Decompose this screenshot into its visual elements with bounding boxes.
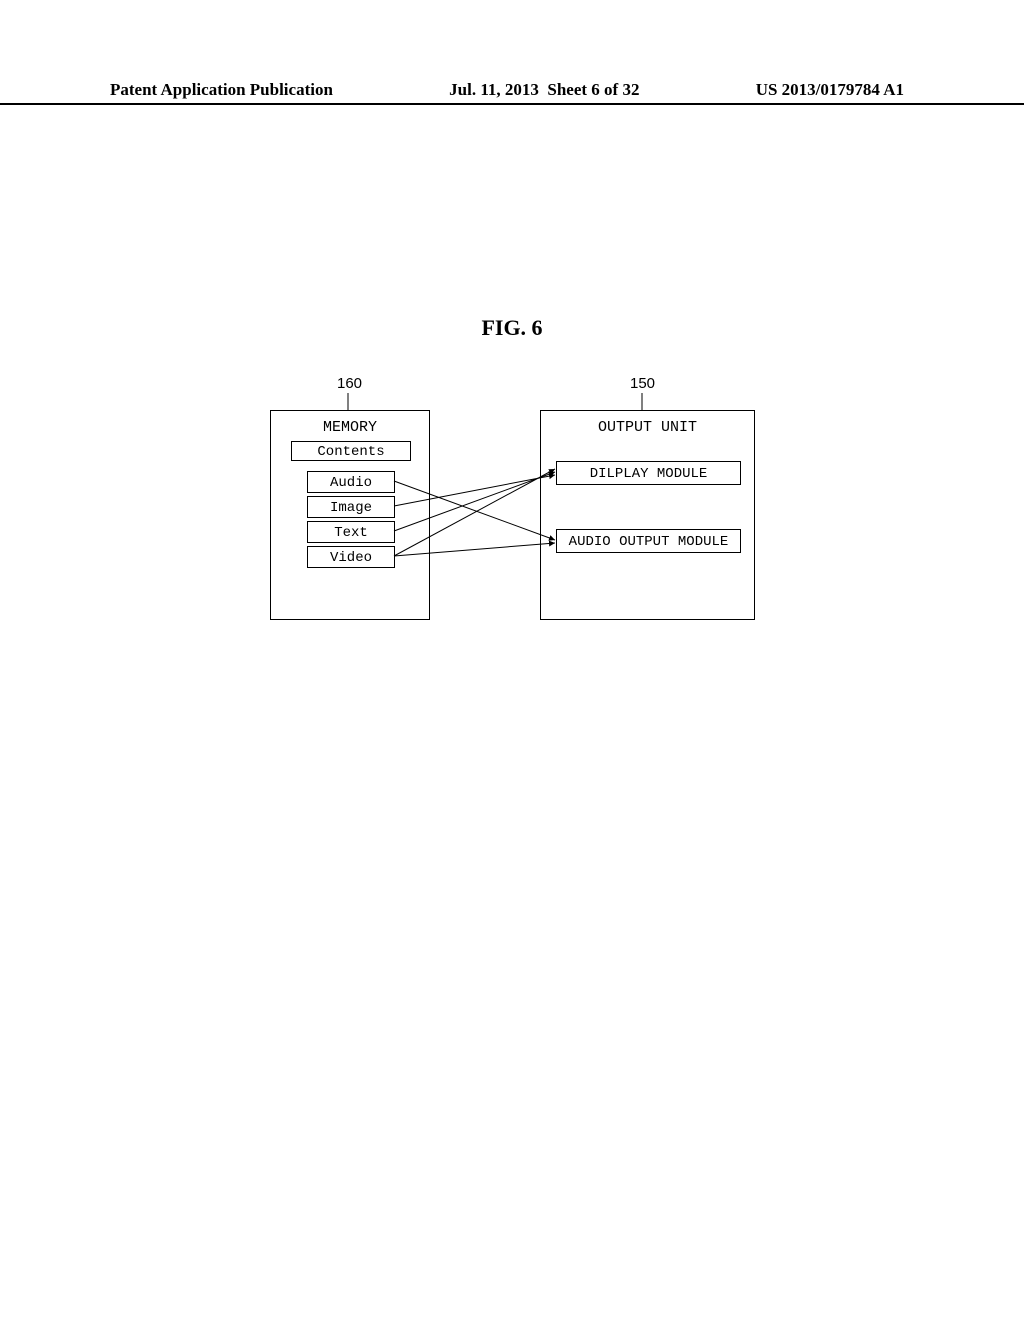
publication-number: US 2013/0179784 A1 bbox=[756, 80, 904, 100]
contents-label: Contents bbox=[291, 441, 411, 461]
content-item-video: Video bbox=[307, 546, 395, 568]
publication-type: Patent Application Publication bbox=[110, 80, 333, 100]
diagram-container: 160 150 MEMORY Contents Audio Image Text… bbox=[270, 375, 760, 635]
header-inner: Patent Application Publication Jul. 11, … bbox=[0, 80, 1024, 100]
content-item-text: Text bbox=[307, 521, 395, 543]
memory-box: MEMORY Contents Audio Image Text Video bbox=[270, 410, 430, 620]
output-unit-title: OUTPUT UNIT bbox=[541, 419, 754, 436]
publication-date-sheet: Jul. 11, 2013 Sheet 6 of 32 bbox=[449, 80, 639, 100]
publication-date: Jul. 11, 2013 bbox=[449, 80, 539, 99]
memory-title: MEMORY bbox=[271, 419, 429, 436]
sheet-info: Sheet 6 of 32 bbox=[547, 80, 639, 99]
content-item-audio: Audio bbox=[307, 471, 395, 493]
figure-title: FIG. 6 bbox=[481, 315, 542, 341]
audio-output-module-box: AUDIO OUTPUT MODULE bbox=[556, 529, 741, 553]
display-module-box: DILPLAY MODULE bbox=[556, 461, 741, 485]
page-header: Patent Application Publication Jul. 11, … bbox=[0, 80, 1024, 105]
content-item-image: Image bbox=[307, 496, 395, 518]
output-unit-box: OUTPUT UNIT DILPLAY MODULE AUDIO OUTPUT … bbox=[540, 410, 755, 620]
